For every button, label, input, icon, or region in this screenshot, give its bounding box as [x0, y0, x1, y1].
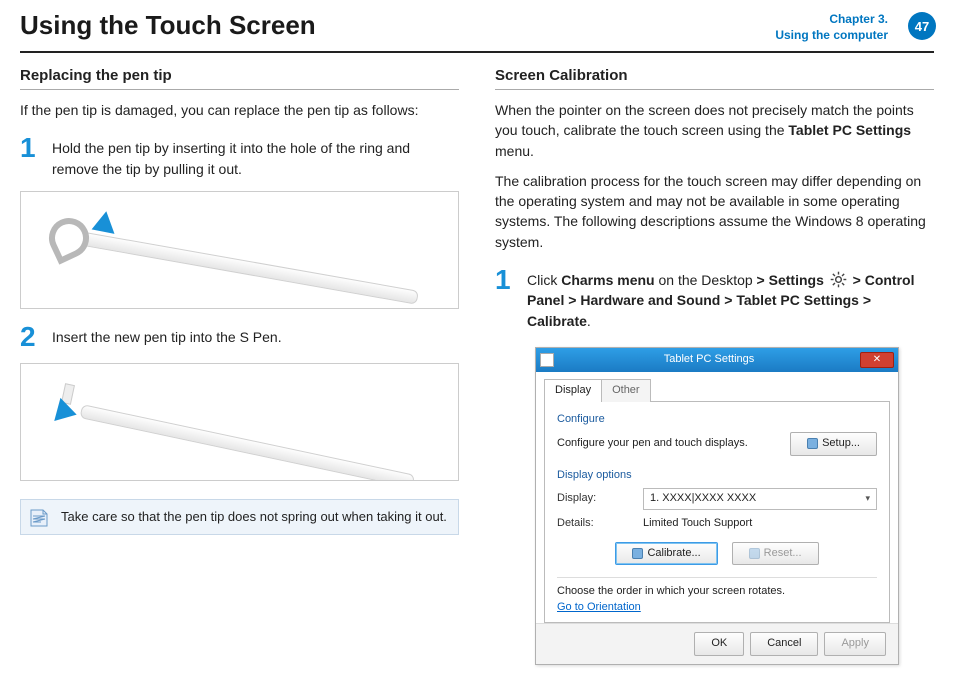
configure-text: Configure your pen and touch displays.: [557, 436, 782, 452]
section-heading-calibration: Screen Calibration: [495, 65, 934, 87]
step-number: 2: [20, 323, 40, 351]
tab-panel: Configure Configure your pen and touch d…: [544, 401, 890, 624]
tablet-pc-settings-dialog: Tablet PC Settings ✕ Display Other Confi…: [535, 347, 899, 665]
intro-text: If the pen tip is damaged, you can repla…: [20, 100, 459, 120]
monitor-icon: [807, 438, 818, 449]
orientation-block: Choose the order in which your screen ro…: [557, 577, 877, 616]
note-icon: [29, 508, 49, 528]
illustration-remove-tip: [20, 191, 459, 309]
step-text: Insert the new pen tip into the S Pen.: [52, 323, 282, 351]
page-title: Using the Touch Screen: [20, 10, 755, 41]
step-number: 1: [495, 266, 515, 331]
dialog-title: Tablet PC Settings: [558, 352, 860, 368]
dialog-tabs: Display Other: [536, 372, 898, 401]
orientation-link[interactable]: Go to Orientation: [557, 601, 641, 613]
monitor-icon: [749, 548, 760, 559]
display-label: Display:: [557, 491, 635, 507]
page-number-badge: 47: [908, 12, 936, 40]
arrow-right-icon: [54, 398, 80, 426]
tab-other[interactable]: Other: [601, 379, 651, 402]
page-header: Using the Touch Screen Chapter 3. Using …: [0, 0, 954, 47]
dialog-buttons: OK Cancel Apply: [536, 623, 898, 664]
chapter-line2: Using the computer: [775, 28, 888, 44]
ok-button[interactable]: OK: [694, 632, 744, 656]
dialog-app-icon: [540, 353, 554, 367]
section-heading-replace: Replacing the pen tip: [20, 65, 459, 87]
chapter-info: Chapter 3. Using the computer: [775, 10, 888, 43]
orientation-text: Choose the order in which your screen ro…: [557, 584, 877, 600]
tab-display[interactable]: Display: [544, 379, 602, 402]
illustration-insert-tip: [20, 363, 459, 481]
group-label: Display options: [557, 468, 877, 484]
setup-button[interactable]: Setup...: [790, 432, 877, 456]
step-text: Hold the pen tip by inserting it into th…: [52, 134, 459, 179]
section-rule: [495, 89, 934, 90]
note-box: Take care so that the pen tip does not s…: [20, 499, 459, 535]
step-number: 1: [20, 134, 40, 179]
details-label: Details:: [557, 516, 635, 532]
cancel-button[interactable]: Cancel: [750, 632, 818, 656]
step-text: Click Charms menu on the Desktop > Setti…: [527, 266, 934, 331]
close-button[interactable]: ✕: [860, 352, 894, 368]
step-2: 2 Insert the new pen tip into the S Pen.: [20, 323, 459, 351]
details-value: Limited Touch Support: [643, 516, 752, 532]
gear-icon: [830, 271, 847, 288]
apply-button[interactable]: Apply: [824, 632, 886, 656]
right-column: Screen Calibration When the pointer on t…: [495, 65, 934, 656]
calibrate-button[interactable]: Calibrate...: [615, 542, 717, 566]
group-label: Configure: [557, 412, 877, 428]
pen-graphic: [80, 404, 415, 481]
group-configure: Configure Configure your pen and touch d…: [557, 412, 877, 456]
monitor-icon: [632, 548, 643, 559]
pen-graphic: [72, 230, 419, 305]
display-dropdown[interactable]: 1. XXXX|XXXX XXXX: [643, 488, 877, 510]
left-column: Replacing the pen tip If the pen tip is …: [20, 65, 459, 656]
calibration-para2: The calibration process for the touch sc…: [495, 171, 934, 252]
step-1-right: 1 Click Charms menu on the Desktop > Set…: [495, 266, 934, 331]
dialog-titlebar: Tablet PC Settings ✕: [536, 348, 898, 372]
calibration-para1: When the pointer on the screen does not …: [495, 100, 934, 161]
reset-button[interactable]: Reset...: [732, 542, 819, 566]
step-1: 1 Hold the pen tip by inserting it into …: [20, 134, 459, 179]
group-display-options: Display options Display: 1. XXXX|XXXX XX…: [557, 468, 877, 566]
chapter-line1: Chapter 3.: [775, 12, 888, 28]
section-rule: [20, 89, 459, 90]
note-text: Take care so that the pen tip does not s…: [61, 509, 447, 524]
